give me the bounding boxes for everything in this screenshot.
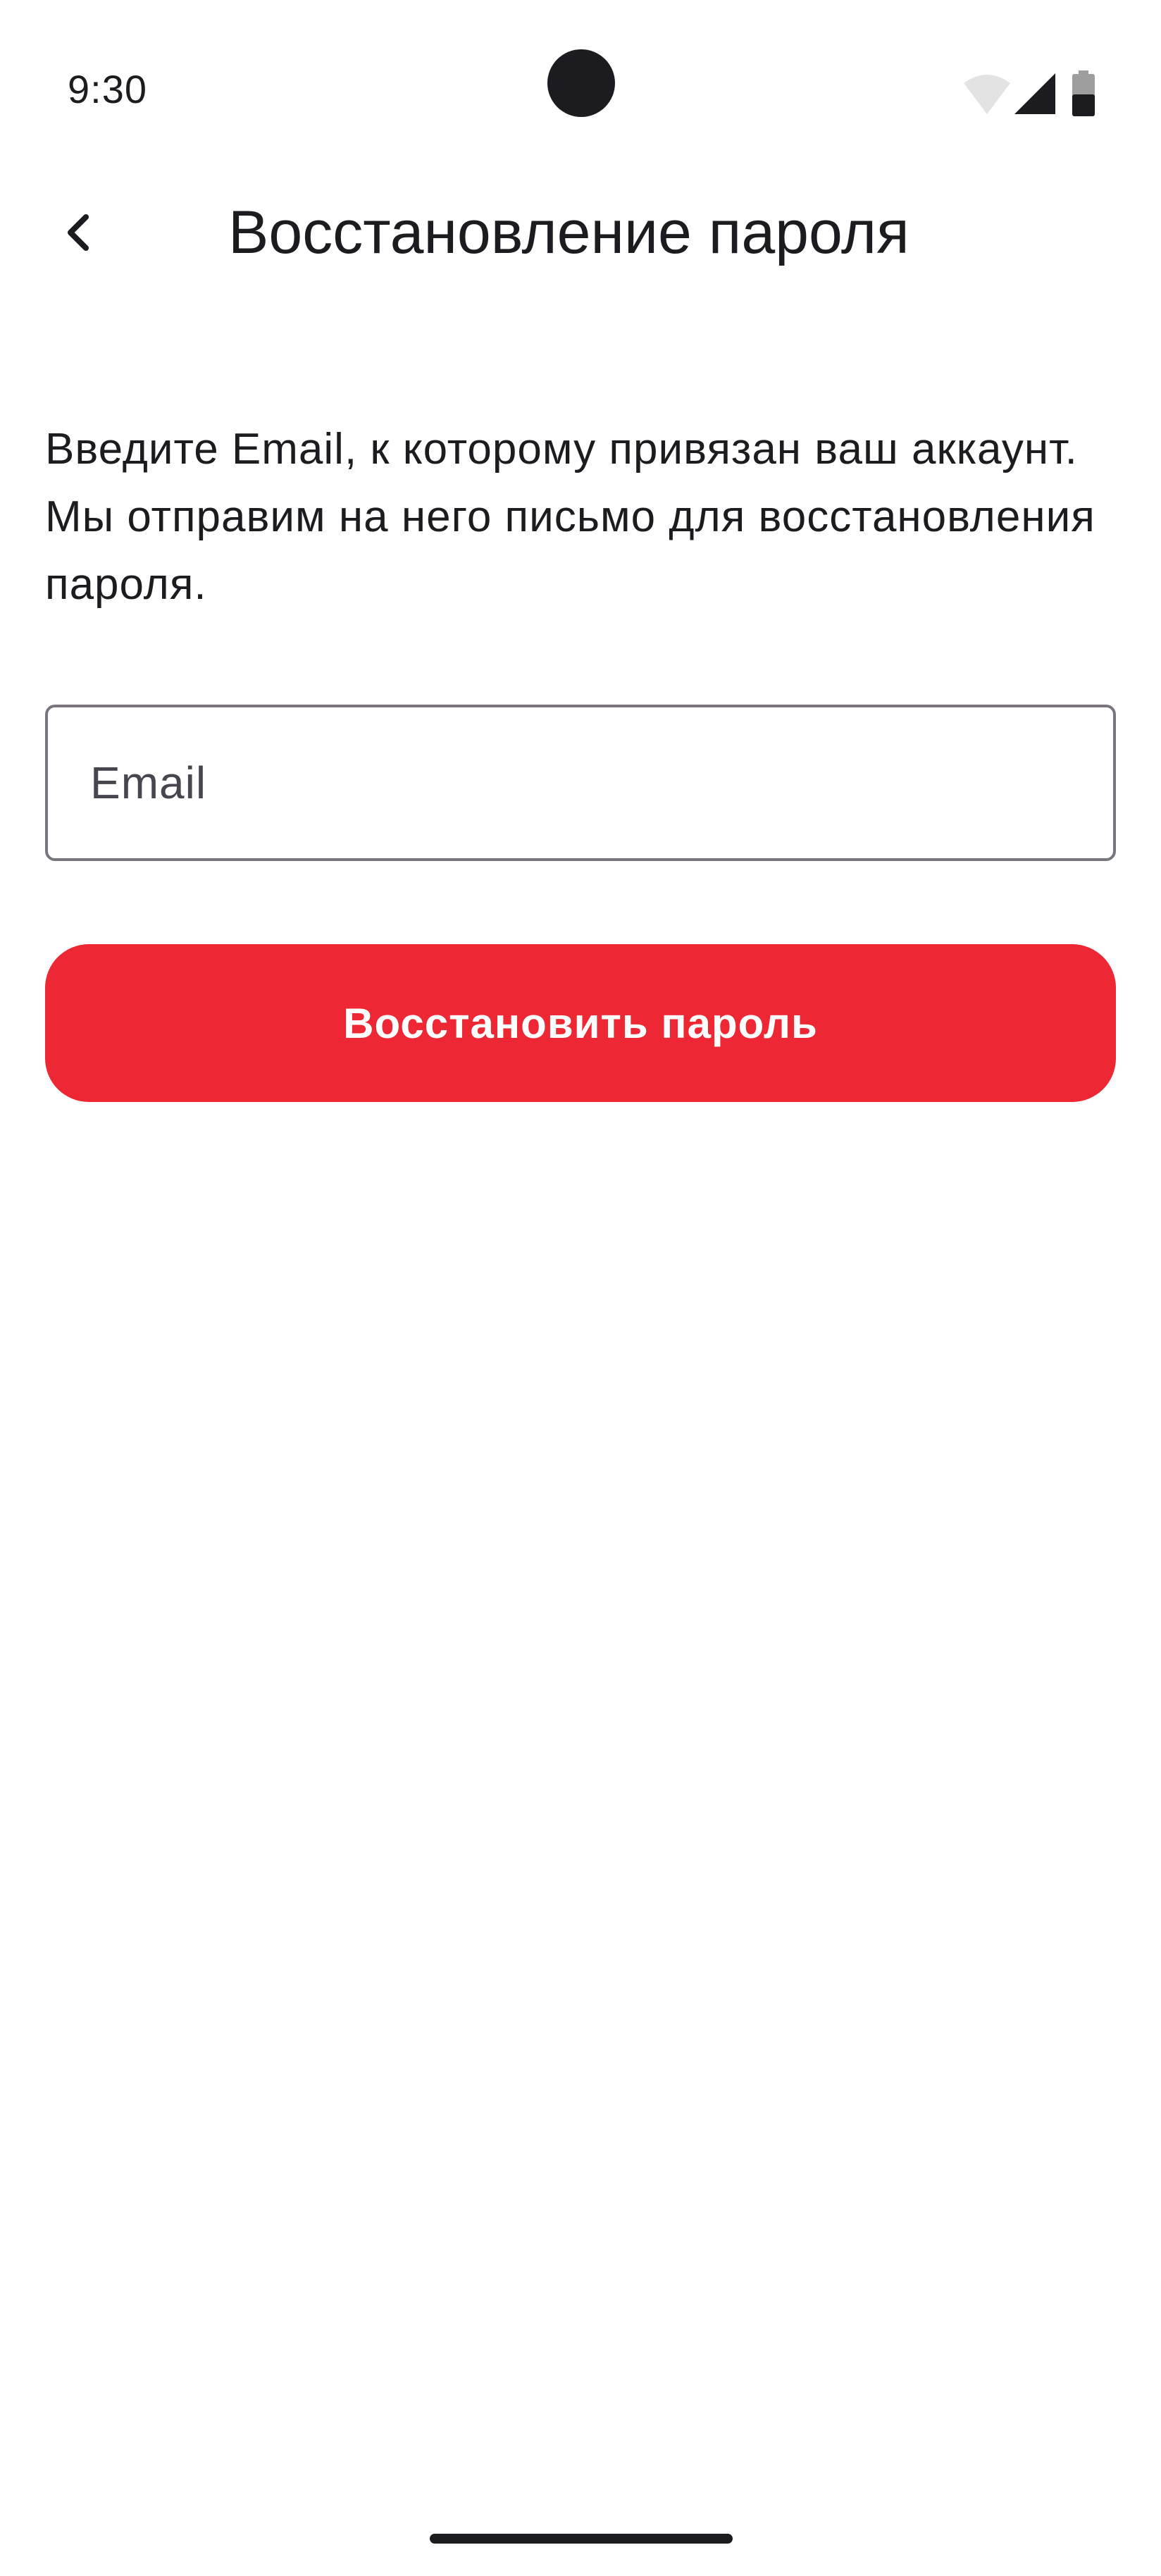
chevron-left-icon (68, 214, 89, 251)
status-bar: 9:30 (0, 0, 1161, 176)
signal-icon (1014, 73, 1055, 114)
email-field[interactable] (45, 705, 1116, 861)
status-time: 9:30 (68, 67, 147, 111)
app-bar: Восстановление пароля (0, 176, 1161, 289)
instruction-text: Введите Email, к которому привязан ваш а… (45, 425, 1095, 609)
home-indicator[interactable] (430, 2534, 733, 2544)
email-input[interactable] (90, 707, 1062, 858)
restore-password-button-label: Восстановить пароль (343, 999, 818, 1047)
battery-icon (1072, 70, 1095, 116)
camera-cutout (547, 49, 615, 117)
restore-password-button[interactable]: Восстановить пароль (45, 944, 1116, 1102)
back-button[interactable] (44, 199, 111, 266)
page-title: Восстановление пароля (228, 199, 909, 266)
wifi-icon (964, 75, 1010, 114)
